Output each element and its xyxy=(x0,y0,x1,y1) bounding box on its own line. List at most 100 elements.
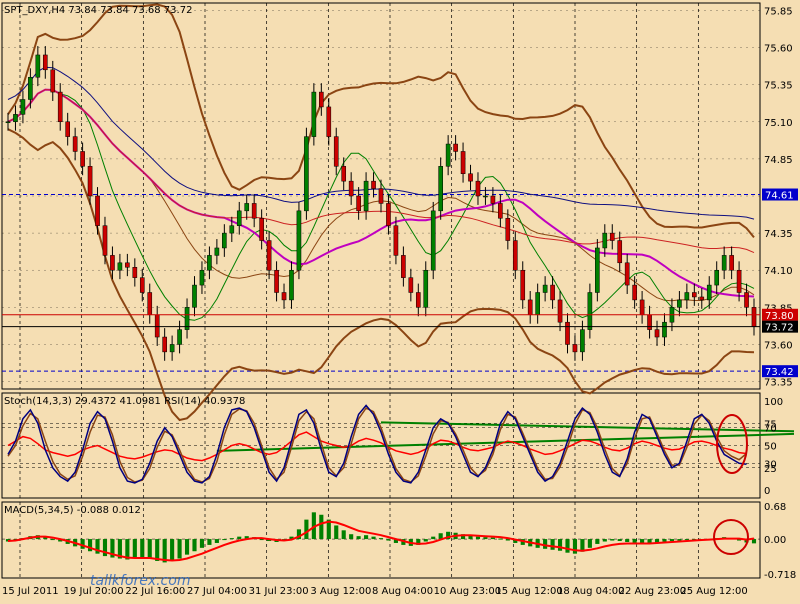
macd-histogram-bar xyxy=(647,539,652,543)
candle-body xyxy=(244,203,250,212)
candle-body xyxy=(289,269,294,301)
stoch-scale-label: 50 xyxy=(764,442,777,453)
candle-body xyxy=(102,225,108,256)
candle-body xyxy=(80,151,85,167)
macd-panel-title: MACD(5,34,5) -0.088 0.012 xyxy=(4,505,141,516)
time-axis-label: 15 Jul 2011 xyxy=(2,586,59,597)
candle-body xyxy=(445,143,451,167)
candle-body xyxy=(229,225,235,234)
level-tag-label: 74.61 xyxy=(765,191,794,202)
candle-body xyxy=(639,299,645,316)
macd-histogram-bar xyxy=(132,539,137,559)
price-tick-label: 75.35 xyxy=(764,81,793,92)
candle-body xyxy=(35,54,41,78)
candle-body xyxy=(624,262,630,286)
candle-body xyxy=(199,269,205,286)
candle-body xyxy=(505,218,511,241)
current-price-tag-label: 73.72 xyxy=(765,323,794,334)
candle-body xyxy=(57,91,63,123)
macd-histogram-bar xyxy=(617,539,622,542)
macd-histogram-bar xyxy=(431,536,436,540)
macd-histogram-bar xyxy=(229,538,234,540)
candle-body xyxy=(706,284,712,301)
time-axis-label: 3 Aug 12:00 xyxy=(310,586,371,597)
candle-body xyxy=(139,277,145,293)
candle-body xyxy=(154,314,160,338)
candle-body xyxy=(65,121,70,137)
candle-body xyxy=(393,225,399,256)
price-tick-label: 73.35 xyxy=(764,378,793,389)
candle-body xyxy=(296,210,302,271)
macd-histogram-bar xyxy=(364,535,369,540)
macd-histogram-bar xyxy=(341,530,346,540)
candle-body xyxy=(468,173,473,182)
macd-histogram-bar xyxy=(550,539,555,550)
macd-histogram-bar xyxy=(677,539,682,541)
chart-canvas: 15 Jul 2011 19 Jul 20:00 22 Jul 16:00 27 Ju… xyxy=(0,0,800,600)
candle-body xyxy=(132,267,138,278)
macd-scale-label: 0.68 xyxy=(764,502,786,513)
macd-histogram-bar xyxy=(237,536,242,540)
macd-histogram-bar xyxy=(640,539,645,543)
time-axis-label: 31 Jul 23:00 xyxy=(249,586,309,597)
candle-body xyxy=(512,240,518,271)
candle-body xyxy=(378,188,384,204)
candle-body xyxy=(565,321,570,345)
candle-body xyxy=(729,255,734,271)
price-tick-label: 75.85 xyxy=(764,6,793,17)
candle-body xyxy=(408,277,414,293)
candle-body xyxy=(5,121,11,124)
candle-body xyxy=(207,255,212,271)
candle-body xyxy=(587,292,593,330)
macd-histogram-bar xyxy=(386,539,391,541)
price-tick-label: 75.60 xyxy=(764,44,793,55)
time-axis-label: 8 Aug 04:00 xyxy=(372,586,433,597)
price-tick-label: 74.85 xyxy=(764,155,793,166)
time-axis-label: 15 Aug 12:00 xyxy=(495,586,562,597)
candle-body xyxy=(266,240,272,271)
price-tag-red-label: 73.80 xyxy=(765,311,794,322)
candle-body xyxy=(177,329,182,345)
macd-histogram-bar xyxy=(610,539,615,541)
macd-histogram-bar xyxy=(587,539,592,548)
macd-histogram-bar xyxy=(602,539,607,542)
candle-body xyxy=(326,106,332,137)
macd-histogram-bar xyxy=(140,539,145,558)
candle-body xyxy=(348,180,354,197)
main-panel-title: SPT_DXY,H4 73.84 73.84 73.68 73.72 xyxy=(4,5,192,16)
candle-body xyxy=(580,329,585,353)
macd-histogram-bar xyxy=(349,534,354,540)
candle-body xyxy=(699,296,705,301)
candle-body xyxy=(453,143,458,152)
candle-body xyxy=(341,166,347,182)
candle-body xyxy=(744,292,749,308)
time-axis-label: 10 Aug 23:00 xyxy=(434,586,501,597)
candle-body xyxy=(192,284,197,308)
candle-body xyxy=(147,292,153,316)
macd-scale-label: 0.00 xyxy=(764,535,786,546)
candle-body xyxy=(125,262,130,268)
macd-histogram-bar xyxy=(483,537,488,540)
level-tag-label: 73.42 xyxy=(765,367,794,378)
candle-body xyxy=(483,195,488,198)
macd-histogram-bar xyxy=(498,538,503,540)
price-tick-label: 74.35 xyxy=(764,229,793,240)
candle-body xyxy=(721,255,727,271)
candle-body xyxy=(617,240,623,264)
candle-body xyxy=(595,247,600,293)
candle-body xyxy=(751,307,757,327)
candle-body xyxy=(356,195,361,212)
candle-body xyxy=(692,292,697,298)
macd-histogram-bar xyxy=(50,539,55,541)
candle-body xyxy=(520,269,526,301)
candle-body xyxy=(535,292,540,316)
candle-body xyxy=(460,151,466,174)
macd-histogram-bar xyxy=(177,539,182,559)
macd-histogram-bar xyxy=(334,525,339,540)
macd-histogram-bar xyxy=(662,539,667,542)
candle-body xyxy=(415,292,421,308)
macd-histogram-bar xyxy=(572,539,578,554)
candle-body xyxy=(654,329,660,338)
macd-histogram-bar xyxy=(199,539,205,548)
candle-body xyxy=(572,344,578,353)
